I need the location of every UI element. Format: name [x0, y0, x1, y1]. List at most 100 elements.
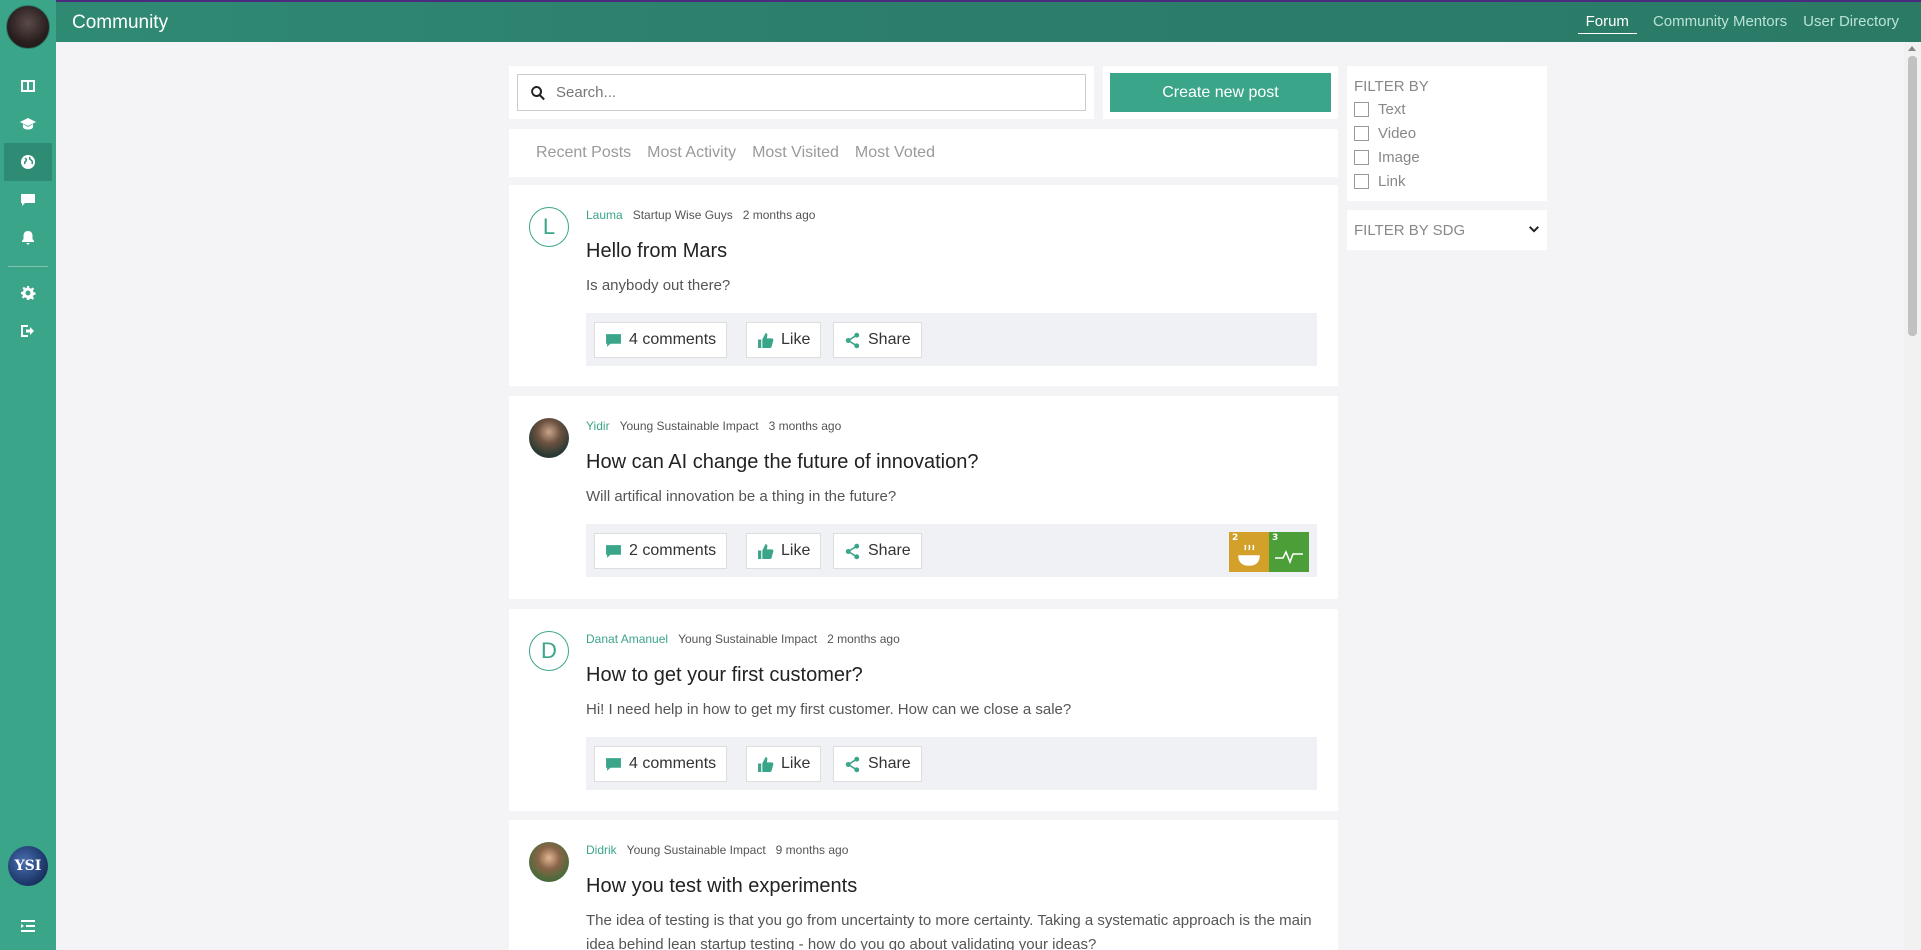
- sidebar-item-community[interactable]: [4, 143, 52, 181]
- sort-recent-posts[interactable]: Recent Posts: [536, 144, 631, 162]
- thumbs-up-icon: [758, 332, 774, 348]
- post-card[interactable]: Didrik Young Sustainable Impact 9 months…: [509, 820, 1338, 950]
- create-post-button[interactable]: Create new post: [1110, 73, 1331, 112]
- chevron-down-icon: [1529, 226, 1539, 233]
- search-box: [517, 74, 1086, 111]
- share-button[interactable]: Share: [833, 533, 922, 569]
- checkbox[interactable]: [1354, 102, 1369, 117]
- author-name[interactable]: Danat Amanuel: [586, 632, 668, 646]
- comments-button[interactable]: 4 comments: [594, 746, 728, 782]
- filter-by-sdg-select[interactable]: FILTER BY SDG: [1347, 210, 1547, 250]
- page-scrollbar[interactable]: [1904, 42, 1921, 950]
- author-avatar[interactable]: L: [529, 207, 569, 247]
- share-button[interactable]: Share: [833, 746, 922, 782]
- top-header: Community Forum Community Mentors User D…: [56, 0, 1921, 42]
- menu-collapse-icon: [21, 920, 35, 932]
- org-logo[interactable]: YSI: [8, 846, 48, 886]
- filter-option-label: Link: [1378, 173, 1406, 190]
- share-label: Share: [868, 542, 911, 559]
- author-avatar[interactable]: D: [529, 631, 569, 671]
- sort-most-activity[interactable]: Most Activity: [647, 144, 736, 162]
- sidebar-item-logout[interactable]: [4, 312, 52, 350]
- share-label: Share: [868, 331, 911, 348]
- sidebar-collapse-button[interactable]: [4, 907, 52, 945]
- author-name[interactable]: Lauma: [586, 208, 623, 222]
- scrollbar-thumb[interactable]: [1908, 56, 1917, 336]
- sidebar-item-notifications[interactable]: [4, 219, 52, 257]
- like-label: Like: [781, 755, 811, 772]
- author-avatar[interactable]: [529, 842, 569, 882]
- sidebar-item-messages[interactable]: [4, 181, 52, 219]
- thumbs-up-icon: [758, 756, 774, 772]
- sidebar: YSI: [0, 0, 56, 950]
- scroll-up-arrow[interactable]: [1908, 46, 1916, 51]
- post-card[interactable]: D Danat Amanuel Young Sustainable Impact…: [509, 609, 1338, 811]
- share-icon: [845, 543, 860, 559]
- share-button[interactable]: Share: [833, 322, 922, 358]
- post-actions: 4 comments Like Share: [586, 737, 1317, 790]
- post-meta: Danat Amanuel Young Sustainable Impact 2…: [586, 632, 900, 646]
- post-title[interactable]: How can AI change the future of innovati…: [586, 451, 979, 474]
- checkbox[interactable]: [1354, 174, 1369, 189]
- share-icon: [845, 756, 860, 772]
- user-avatar[interactable]: [6, 5, 50, 49]
- filter-title: FILTER BY: [1354, 78, 1429, 95]
- post-meta: Lauma Startup Wise Guys 2 months ago: [586, 208, 815, 222]
- sidebar-item-settings[interactable]: [4, 274, 52, 312]
- author-avatar[interactable]: [529, 418, 569, 458]
- heartbeat-icon: [1275, 550, 1303, 565]
- filter-option-label: Video: [1378, 125, 1417, 142]
- sort-most-visited[interactable]: Most Visited: [752, 144, 839, 162]
- filter-option-video[interactable]: Video: [1354, 125, 1416, 142]
- header-tabs: Forum Community Mentors User Directory: [1577, 13, 1899, 34]
- like-button[interactable]: Like: [746, 746, 822, 782]
- comments-count: 4 comments: [629, 755, 717, 772]
- tab-community-mentors[interactable]: Community Mentors: [1653, 13, 1787, 34]
- graduation-cap-icon: [20, 118, 36, 130]
- sidebar-divider: [8, 266, 48, 267]
- author-org: Young Sustainable Impact: [619, 419, 759, 433]
- like-label: Like: [781, 542, 811, 559]
- bowl-icon: [1238, 544, 1260, 566]
- search-input[interactable]: [556, 84, 1056, 101]
- author-org: Young Sustainable Impact: [626, 843, 766, 857]
- filter-option-image[interactable]: Image: [1354, 149, 1420, 166]
- author-name[interactable]: Didrik: [586, 843, 617, 857]
- like-button[interactable]: Like: [746, 322, 822, 358]
- post-time: 9 months ago: [775, 843, 849, 857]
- thumbs-up-icon: [758, 543, 774, 559]
- logout-icon: [21, 325, 34, 337]
- comments-button[interactable]: 4 comments: [594, 322, 728, 358]
- tab-user-directory[interactable]: User Directory: [1803, 13, 1899, 34]
- post-meta: Yidir Young Sustainable Impact 3 months …: [586, 419, 841, 433]
- like-button[interactable]: Like: [746, 533, 822, 569]
- filter-option-text[interactable]: Text: [1354, 101, 1406, 118]
- filter-option-link[interactable]: Link: [1354, 173, 1406, 190]
- tab-forum[interactable]: Forum: [1577, 13, 1637, 34]
- post-title[interactable]: How you test with experiments: [586, 875, 857, 898]
- comments-button[interactable]: 2 comments: [594, 533, 728, 569]
- sdg-badge-good-health[interactable]: 3: [1269, 532, 1309, 572]
- post-card[interactable]: Yidir Young Sustainable Impact 3 months …: [509, 396, 1338, 599]
- sdg-badge-zero-hunger[interactable]: 2: [1229, 532, 1269, 572]
- share-label: Share: [868, 755, 911, 772]
- filter-by-sdg-label: FILTER BY SDG: [1354, 221, 1466, 239]
- sidebar-item-dashboard[interactable]: [4, 67, 52, 105]
- post-card[interactable]: L Lauma Startup Wise Guys 2 months ago H…: [509, 185, 1338, 386]
- author-name[interactable]: Yidir: [586, 419, 610, 433]
- sidebar-item-learning[interactable]: [4, 105, 52, 143]
- search-card: [509, 66, 1094, 119]
- sort-most-voted[interactable]: Most Voted: [855, 144, 935, 162]
- post-body: Is anybody out there?: [586, 277, 731, 294]
- page-title: Community: [72, 12, 169, 33]
- comment-icon: [606, 333, 621, 347]
- post-title[interactable]: How to get your first customer?: [586, 664, 863, 687]
- post-body: Will artifical innovation be a thing in …: [586, 488, 897, 505]
- globe-icon: [21, 155, 35, 169]
- like-label: Like: [781, 331, 811, 348]
- post-title[interactable]: Hello from Mars: [586, 240, 727, 263]
- checkbox[interactable]: [1354, 126, 1369, 141]
- checkbox[interactable]: [1354, 150, 1369, 165]
- post-body: The idea of testing is that you go from …: [586, 912, 1312, 950]
- post-actions: 4 comments Like Share: [586, 313, 1317, 366]
